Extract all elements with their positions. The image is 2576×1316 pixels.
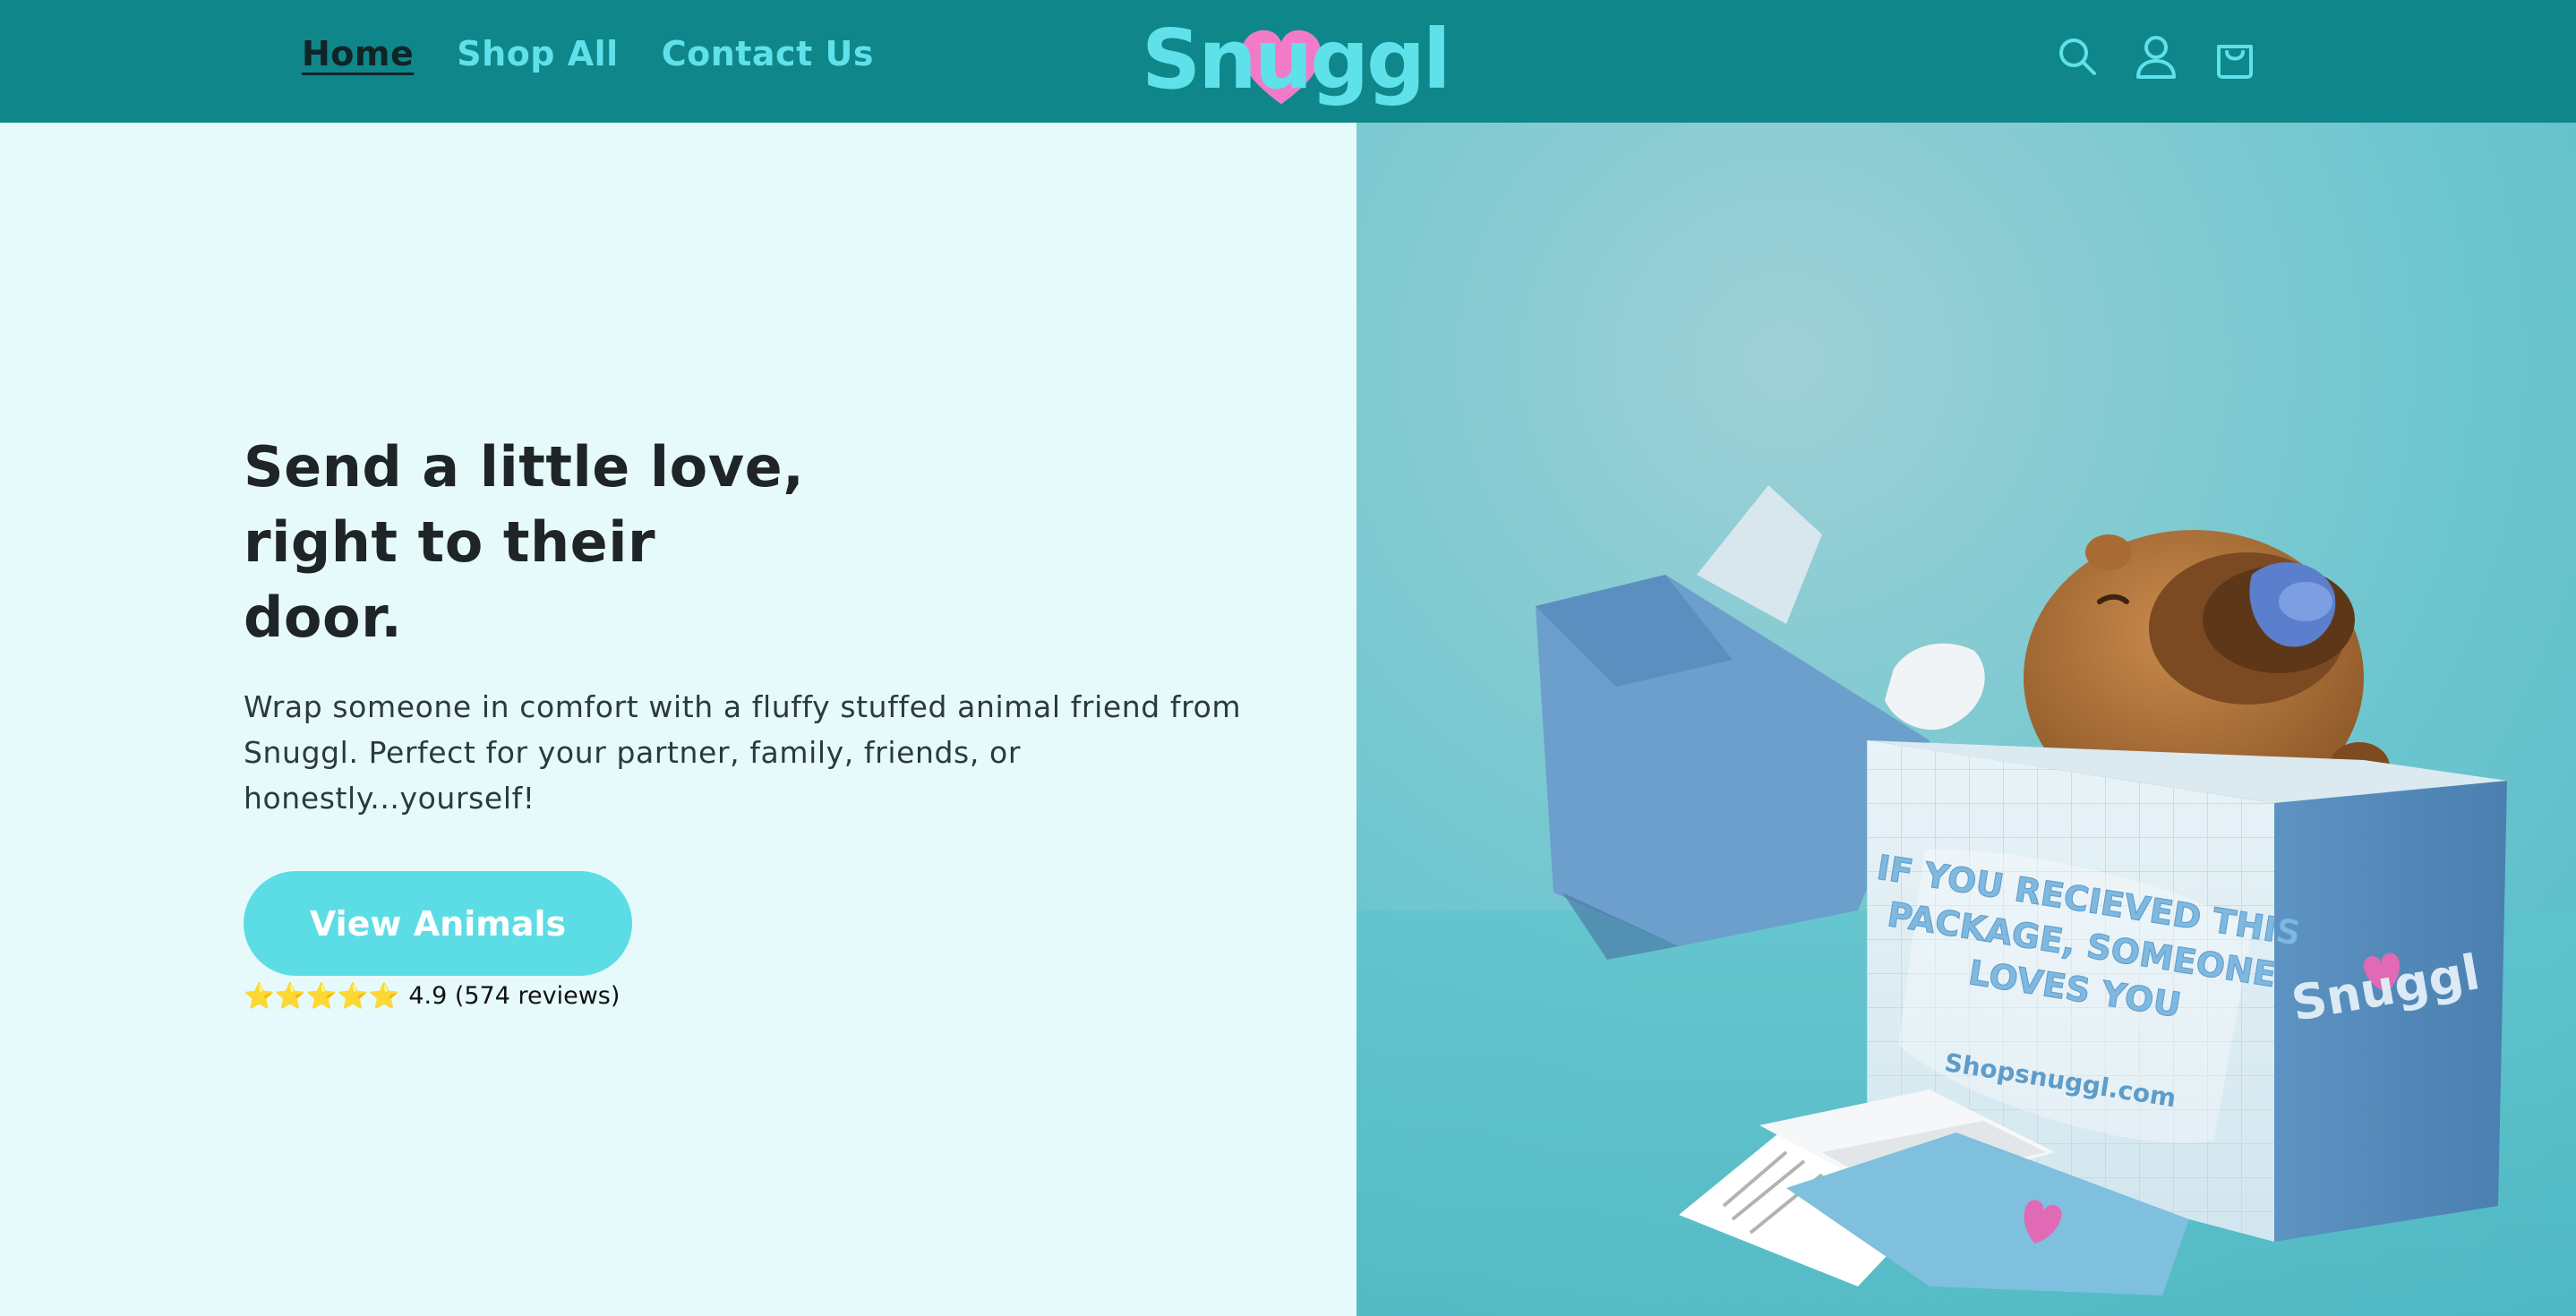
hero-photo: IF YOU RECIEVED THIS PACKAGE, SOMEONE LO… [1356,123,2576,1316]
view-animals-button[interactable]: View Animals [244,871,632,976]
hero-subtitle: Wrap someone in comfort with a fluffy st… [244,689,1242,816]
header-actions [2056,34,2256,81]
main-nav: Home Shop All Contact Us [302,34,874,73]
nav-contact-us[interactable]: Contact Us [662,34,874,73]
site-header: Home Shop All Contact Us Snuggl [0,0,2576,123]
hero-title: Send a little love, right to their door. [244,430,870,655]
rating-stars: ⭐⭐⭐⭐⭐ [243,981,400,1012]
site-logo[interactable]: Snuggl [1142,7,1451,113]
hero-title-line-3: door. [244,585,403,650]
hero-image: IF YOU RECIEVED THIS PACKAGE, SOMEONE LO… [1356,123,2576,1316]
search-icon[interactable] [2056,34,2099,81]
nav-home[interactable]: Home [302,34,414,73]
account-icon[interactable] [2135,34,2178,81]
hero-title-line-1: Send a little love, [244,434,805,500]
hero-title-line-2: right to their [244,509,656,575]
rating-text: 4.9 (574 reviews) [408,982,620,1010]
cart-icon[interactable] [2213,34,2256,81]
nav-shop-all[interactable]: Shop All [457,34,618,73]
rating-summary: ⭐⭐⭐⭐⭐ 4.9 (574 reviews) [243,981,620,1012]
logo-wordmark: Snuggl [1142,12,1451,107]
